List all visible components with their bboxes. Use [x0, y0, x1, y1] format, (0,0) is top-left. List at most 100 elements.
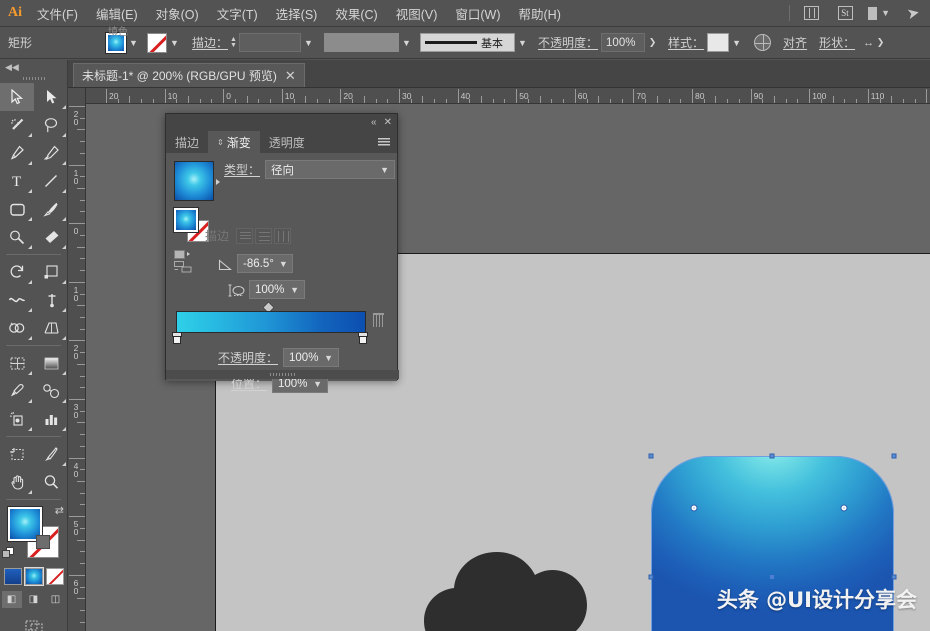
- gradient-panel-titlebar[interactable]: « ✕: [166, 114, 397, 131]
- panel-resize-grip[interactable]: [166, 370, 399, 379]
- gradient-stop-end[interactable]: [358, 332, 368, 344]
- toolbar-drag-handle[interactable]: [0, 74, 67, 83]
- fill-chevron-down-icon[interactable]: ▼: [126, 34, 141, 52]
- anchor-top-right[interactable]: [892, 454, 897, 459]
- slice-tool[interactable]: [34, 440, 68, 468]
- gradient-aspect-select[interactable]: 100% ▼: [249, 280, 305, 299]
- color-mode-button[interactable]: [4, 568, 22, 585]
- menu-view[interactable]: 视图(V): [387, 1, 447, 26]
- menu-type[interactable]: 文字(T): [208, 1, 267, 26]
- free-transform-tool[interactable]: [34, 286, 68, 314]
- recolor-artwork-icon[interactable]: [754, 34, 771, 51]
- horizontal-ruler[interactable]: 20100102030405060708090100110120: [68, 88, 930, 104]
- gradient-reverse-row[interactable]: [174, 261, 206, 273]
- gradient-angle-select[interactable]: -86.5° ▼: [237, 254, 293, 273]
- style-chevron-down-icon[interactable]: ▼: [729, 34, 744, 52]
- anchor-top-center[interactable]: [770, 454, 775, 459]
- ruler-corner[interactable]: [68, 88, 86, 104]
- document-tab[interactable]: 未标题-1* @ 200% (RGB/GPU 预览) ✕: [73, 63, 305, 87]
- paintbrush-tool[interactable]: [34, 195, 68, 223]
- delete-stop-icon[interactable]: [373, 313, 384, 327]
- style-swatch[interactable]: [707, 33, 729, 52]
- gradient-tool[interactable]: [34, 349, 68, 377]
- menu-object[interactable]: 对象(O): [147, 1, 208, 26]
- gradient-preview-chevron-icon[interactable]: [216, 179, 220, 185]
- stroke-swatch[interactable]: [147, 33, 167, 53]
- zoom-tool[interactable]: [34, 468, 68, 496]
- type-tool[interactable]: T: [0, 167, 34, 195]
- column-graph-tool[interactable]: [34, 405, 68, 433]
- gradient-panel[interactable]: « ✕ 描边 ⇕ 渐变 透明度: [165, 113, 398, 380]
- stroke-profile-chevron-down-icon[interactable]: ▼: [515, 34, 530, 52]
- align-button[interactable]: 对齐: [783, 34, 807, 51]
- bridge-icon[interactable]: [800, 3, 822, 23]
- gradient-type-select[interactable]: 径向 ▼: [265, 160, 395, 179]
- scale-tool[interactable]: [34, 258, 68, 286]
- menu-file[interactable]: 文件(F): [28, 1, 87, 26]
- gradient-preset-chip[interactable]: [174, 250, 185, 259]
- gradient-stop-start[interactable]: [172, 332, 182, 344]
- anchor-middle-left[interactable]: [649, 575, 654, 580]
- selection-tool[interactable]: [0, 83, 34, 111]
- shape-button[interactable]: 形状：: [819, 34, 855, 51]
- opacity-chevron-down-icon[interactable]: ❯: [645, 34, 660, 52]
- vertical-ruler[interactable]: 20100102030405060: [68, 104, 86, 631]
- stroke-style-chevron-down-icon[interactable]: ▼: [399, 34, 414, 52]
- gradient-ramp[interactable]: [176, 311, 366, 333]
- eyedropper-tool[interactable]: [0, 377, 34, 405]
- eraser-tool[interactable]: [34, 223, 68, 251]
- panel-menu-button[interactable]: [378, 131, 397, 153]
- anchor-middle-right[interactable]: [892, 575, 897, 580]
- stroke-weight-chevron-down-icon[interactable]: ▼: [301, 34, 316, 52]
- anchor-top-left[interactable]: [649, 454, 654, 459]
- direct-selection-tool[interactable]: [34, 83, 68, 111]
- transform-arrows-icon[interactable]: ↔: [863, 37, 873, 49]
- gradient-fill-swatch[interactable]: [174, 208, 198, 232]
- workspace-switcher-icon[interactable]: ▼: [868, 3, 890, 23]
- shape-builder-tool[interactable]: [0, 314, 34, 342]
- gradient-preset-chevron-icon[interactable]: [187, 252, 190, 256]
- tab-gradient[interactable]: ⇕ 渐变: [208, 131, 260, 153]
- reverse-gradient-icon[interactable]: [174, 261, 200, 273]
- lasso-tool[interactable]: [34, 111, 68, 139]
- corner-radius-handle-top-left[interactable]: [691, 505, 698, 512]
- drawing-mode-behind-icon[interactable]: ◨: [24, 591, 44, 608]
- blend-tool[interactable]: [34, 377, 68, 405]
- gradient-mode-button[interactable]: [25, 568, 43, 585]
- artboard-tool[interactable]: [0, 440, 34, 468]
- pen-tool[interactable]: [0, 139, 34, 167]
- tab-stroke[interactable]: 描边: [166, 131, 208, 153]
- shaper-tool[interactable]: [0, 223, 34, 251]
- hand-tool[interactable]: [0, 468, 34, 496]
- drawing-mode-normal-icon[interactable]: ◧: [2, 591, 22, 608]
- rotate-tool[interactable]: [0, 258, 34, 286]
- menu-window[interactable]: 窗口(W): [446, 1, 509, 26]
- rectangle-tool[interactable]: [0, 195, 34, 223]
- stroke-profile-selector[interactable]: 基本: [420, 33, 515, 52]
- stroke-chevron-down-icon[interactable]: ▼: [167, 34, 182, 52]
- swap-fill-stroke-icon[interactable]: ⇄: [55, 504, 64, 517]
- symbol-sprayer-tool[interactable]: [0, 405, 34, 433]
- corner-radius-handle-top-right[interactable]: [841, 505, 848, 512]
- curvature-tool[interactable]: [34, 139, 68, 167]
- menu-select[interactable]: 选择(S): [267, 1, 327, 26]
- perspective-grid-tool[interactable]: [34, 314, 68, 342]
- opacity-field[interactable]: 100%: [601, 33, 645, 52]
- default-fill-stroke-icon[interactable]: [2, 547, 15, 560]
- line-segment-tool[interactable]: [34, 167, 68, 195]
- stock-icon[interactable]: St: [834, 3, 856, 23]
- drawing-mode-inside-icon[interactable]: ◫: [46, 591, 66, 608]
- menu-effect[interactable]: 效果(C): [326, 1, 386, 26]
- search-plane-icon[interactable]: ➤: [902, 3, 924, 23]
- gradient-opacity-select[interactable]: 100% ▼: [283, 348, 339, 367]
- cloud-shape[interactable]: [420, 550, 590, 631]
- magic-wand-tool[interactable]: [0, 111, 34, 139]
- close-icon[interactable]: ✕: [384, 118, 392, 128]
- collapse-icon[interactable]: «: [371, 118, 377, 128]
- gradient-preview-swatch[interactable]: [174, 161, 214, 201]
- none-mode-button[interactable]: [46, 568, 64, 585]
- close-icon[interactable]: ✕: [285, 69, 296, 82]
- stroke-style-field[interactable]: [324, 33, 399, 52]
- mesh-tool[interactable]: [0, 349, 34, 377]
- toolbar-collapse-icon[interactable]: ◀◀: [0, 60, 67, 74]
